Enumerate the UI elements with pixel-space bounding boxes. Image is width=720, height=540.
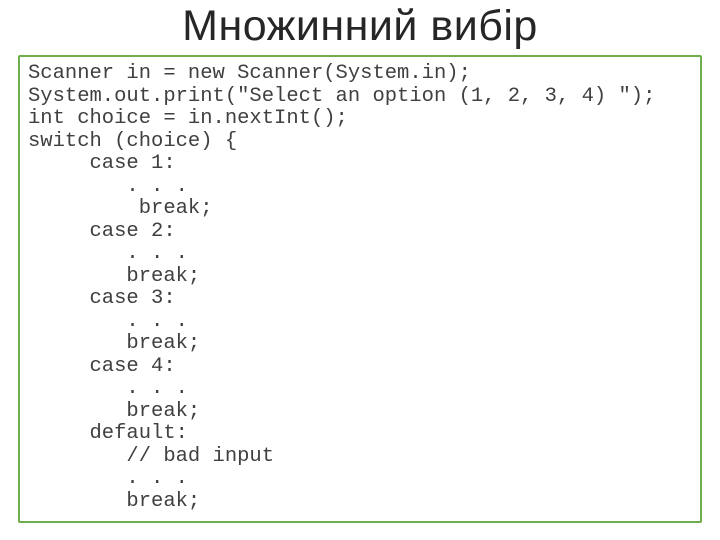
code-container: Scanner in = new Scanner(System.in); Sys…	[18, 55, 702, 523]
slide: Множинний вибір Scanner in = new Scanner…	[0, 0, 720, 540]
slide-title: Множинний вибір	[18, 0, 702, 55]
code-block: Scanner in = new Scanner(System.in); Sys…	[28, 63, 692, 513]
